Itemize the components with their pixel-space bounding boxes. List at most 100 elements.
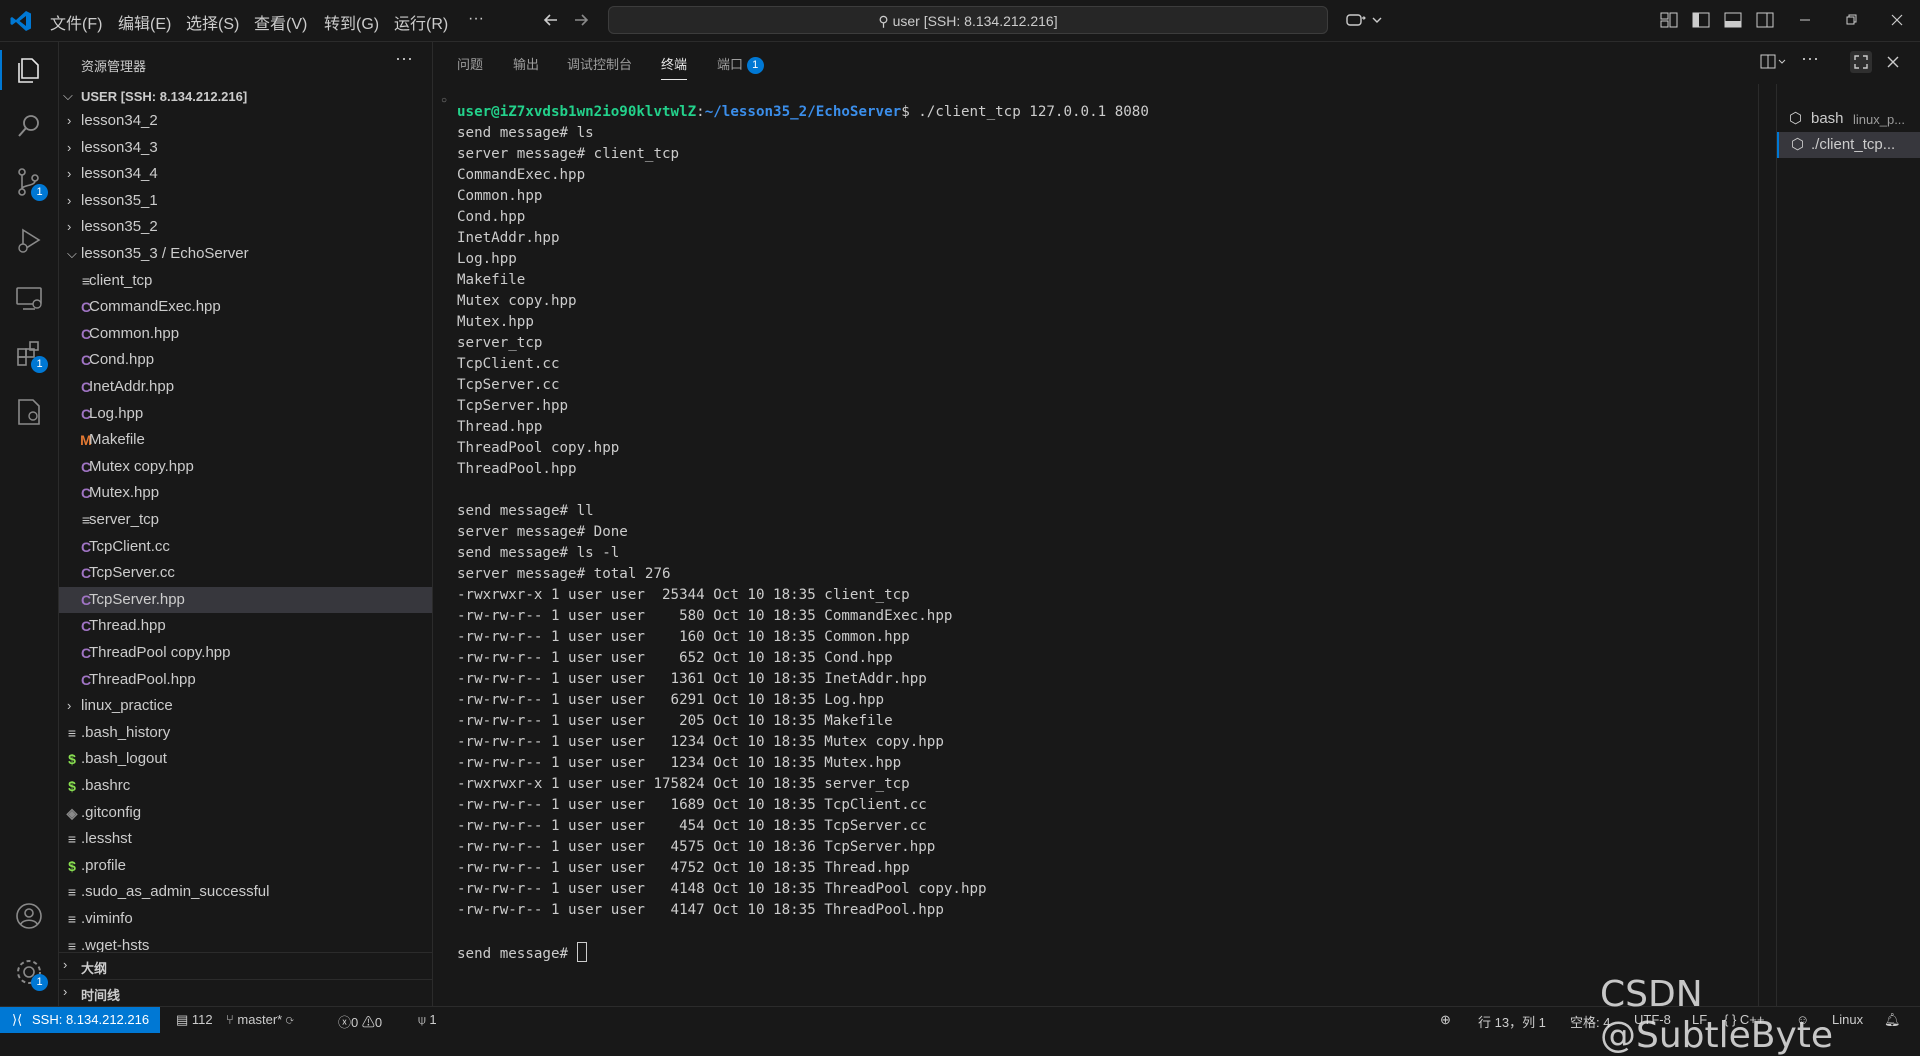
tree-file[interactable]: ≡ client_tcp xyxy=(59,268,432,294)
tree-folder[interactable]: ⌵ lesson35_3 / EchoServer xyxy=(59,241,432,267)
copilot-icon[interactable] xyxy=(1344,9,1366,31)
tab-ports[interactable]: 端口 1 xyxy=(717,54,764,75)
command-center-search[interactable]: ⚲ user [SSH: 8.134.212.216] xyxy=(608,6,1328,34)
tab-terminal[interactable]: 终端 xyxy=(661,54,688,80)
tree-file[interactable]: C Mutex.hpp xyxy=(59,480,432,506)
tree-file[interactable]: ≡ .viminfo xyxy=(59,906,432,932)
terminal-cursor xyxy=(576,942,587,962)
tree-folder[interactable]: › lesson35_1 xyxy=(59,188,432,214)
tree-file[interactable]: ◈ .gitconfig xyxy=(59,800,432,826)
terminal-input-line[interactable]: send message# xyxy=(457,942,1737,965)
tree-file[interactable]: ≡ server_tcp xyxy=(59,507,432,533)
tree-folder[interactable]: › lesson35_2 xyxy=(59,214,432,240)
menu-view[interactable]: 查看(V) xyxy=(254,10,307,34)
terminal-scrollbar[interactable] xyxy=(1758,84,1767,1006)
shell-file-icon: $ xyxy=(68,778,76,794)
terminal-tab-label: ./client_tcp... xyxy=(1811,136,1896,153)
tree-folder[interactable]: › lesson34_2 xyxy=(59,108,432,134)
tree-item-label: .lesshst xyxy=(81,830,132,848)
split-terminal-icon[interactable] xyxy=(1759,52,1789,72)
branch-indicator[interactable]: ⑂ master* ⟳ xyxy=(226,1012,294,1027)
terminal-count[interactable]: ▤ 112 xyxy=(176,1012,213,1028)
tree-file[interactable]: $ .bash_logout xyxy=(59,746,432,772)
explorer-sidebar: 资源管理器 ··· ⌵ USER [SSH: 8.134.212.216] › l… xyxy=(59,42,433,1006)
tree-file[interactable]: M Makefile xyxy=(59,427,432,453)
timeline-section[interactable]: › 时间线 xyxy=(59,979,432,1006)
menu-file[interactable]: 文件(F) xyxy=(50,10,102,34)
tab-output[interactable]: 输出 xyxy=(513,54,539,73)
terminal-tab-client[interactable]: ⬡ ./client_tcp... xyxy=(1777,132,1920,158)
test-explorer-icon[interactable] xyxy=(13,396,45,428)
tab-problems[interactable]: 问题 xyxy=(457,54,483,73)
tree-folder[interactable]: › lesson34_4 xyxy=(59,161,432,187)
tree-file[interactable]: C Mutex copy.hpp xyxy=(59,454,432,480)
tree-item-label: ThreadPool.hpp xyxy=(89,670,196,688)
error-count: 0 xyxy=(351,1015,359,1030)
tree-folder[interactable]: › lesson34_3 xyxy=(59,135,432,161)
tree-item-label: Log.hpp xyxy=(89,404,144,422)
chevron-right-icon: › xyxy=(67,698,72,714)
tree-file[interactable]: C ThreadPool.hpp xyxy=(59,667,432,693)
tree-folder[interactable]: › linux_practice xyxy=(59,693,432,719)
remote-indicator[interactable]: ⟩⟨ SSH: 8.134.212.216 xyxy=(0,1007,160,1033)
tab-debug-console[interactable]: 调试控制台 xyxy=(567,54,632,73)
tree-file[interactable]: C TcpClient.cc xyxy=(59,534,432,560)
tree-file[interactable]: C Log.hpp xyxy=(59,401,432,427)
tree-file[interactable]: C TcpServer.cc xyxy=(59,560,432,586)
run-debug-icon[interactable] xyxy=(13,224,45,256)
remote-explorer-icon[interactable] xyxy=(13,282,45,314)
outline-section[interactable]: › 大纲 xyxy=(59,952,432,979)
command-decoration-icon[interactable]: ○ xyxy=(441,95,447,106)
menu-go[interactable]: 转到(G) xyxy=(324,10,379,34)
tree-file[interactable]: $ .profile xyxy=(59,853,432,879)
search-icon[interactable] xyxy=(13,110,45,142)
menu-selection[interactable]: 选择(S) xyxy=(186,10,239,34)
minimize-icon[interactable] xyxy=(1794,9,1816,31)
source-control-button[interactable]: 1 xyxy=(13,166,48,201)
terminal-tab-bash[interactable]: ⬡ bash linux_p... xyxy=(1777,106,1920,132)
zoom-icon[interactable]: ⊕ xyxy=(1440,1012,1451,1028)
chevron-down-icon[interactable] xyxy=(1366,9,1388,31)
tree-file[interactable]: C InetAddr.hpp xyxy=(59,374,432,400)
tree-file[interactable]: C Thread.hpp xyxy=(59,613,432,639)
menu-edit[interactable]: 编辑(E) xyxy=(118,10,171,34)
git-file-icon: ◈ xyxy=(66,804,78,821)
manage-button[interactable]: 1 xyxy=(13,956,48,991)
tree-file[interactable]: ≡ .bash_history xyxy=(59,720,432,746)
back-arrow-icon[interactable] xyxy=(540,9,562,31)
tree-file[interactable]: ≡ .lesshst xyxy=(59,826,432,852)
toggle-sidebar-icon[interactable] xyxy=(1690,9,1712,31)
restore-icon[interactable] xyxy=(1840,9,1862,31)
terminal-line: TcpClient.cc xyxy=(457,356,560,372)
forward-arrow-icon[interactable] xyxy=(570,9,592,31)
account-icon[interactable] xyxy=(13,900,45,932)
tree-item-label: Thread.hpp xyxy=(89,617,166,635)
terminal-output[interactable]: user@iZ7xvdsb1wn2io90klvtwlZ:~/lesson35_… xyxy=(457,102,1737,1002)
tree-file[interactable]: C TcpServer.hpp xyxy=(59,586,432,613)
explorer-icon[interactable] xyxy=(13,54,45,86)
explorer-more-button[interactable]: ··· xyxy=(395,48,413,69)
tree-file[interactable]: C ThreadPool copy.hpp xyxy=(59,640,432,666)
prompt-user: user@iZ7xvdsb1wn2io90klvtwlZ xyxy=(457,104,697,120)
tree-file[interactable]: C Common.hpp xyxy=(59,321,432,347)
close-icon[interactable] xyxy=(1886,9,1908,31)
customize-layout-icon[interactable] xyxy=(1658,9,1680,31)
toggle-secondary-sidebar-icon[interactable] xyxy=(1754,9,1776,31)
ports-indicator[interactable]: ⍦ 1 xyxy=(418,1012,437,1028)
maximize-panel-icon[interactable] xyxy=(1849,50,1873,74)
menu-more[interactable]: ··· xyxy=(468,10,484,28)
panel-more-button[interactable]: ··· xyxy=(1801,48,1819,69)
close-panel-icon[interactable] xyxy=(1883,52,1903,72)
tree-file[interactable]: C CommandExec.hpp xyxy=(59,294,432,320)
tree-file[interactable]: C Cond.hpp xyxy=(59,347,432,373)
toggle-panel-icon[interactable] xyxy=(1722,9,1744,31)
cursor-position[interactable]: 行 13，列 1 xyxy=(1478,1012,1546,1031)
tree-file[interactable]: $ .bashrc xyxy=(59,773,432,799)
extensions-button[interactable]: 1 xyxy=(13,338,48,373)
problems-indicator[interactable]: ⓧ0 ⚠0 xyxy=(338,1012,382,1031)
tree-file[interactable]: ≡ .sudo_as_admin_successful xyxy=(59,879,432,905)
input-prompt: send message# xyxy=(457,946,577,962)
menu-run[interactable]: 运行(R) xyxy=(394,10,448,34)
explorer-root[interactable]: ⌵ USER [SSH: 8.134.212.216] xyxy=(59,86,432,108)
tree-item-label: .profile xyxy=(81,856,127,874)
